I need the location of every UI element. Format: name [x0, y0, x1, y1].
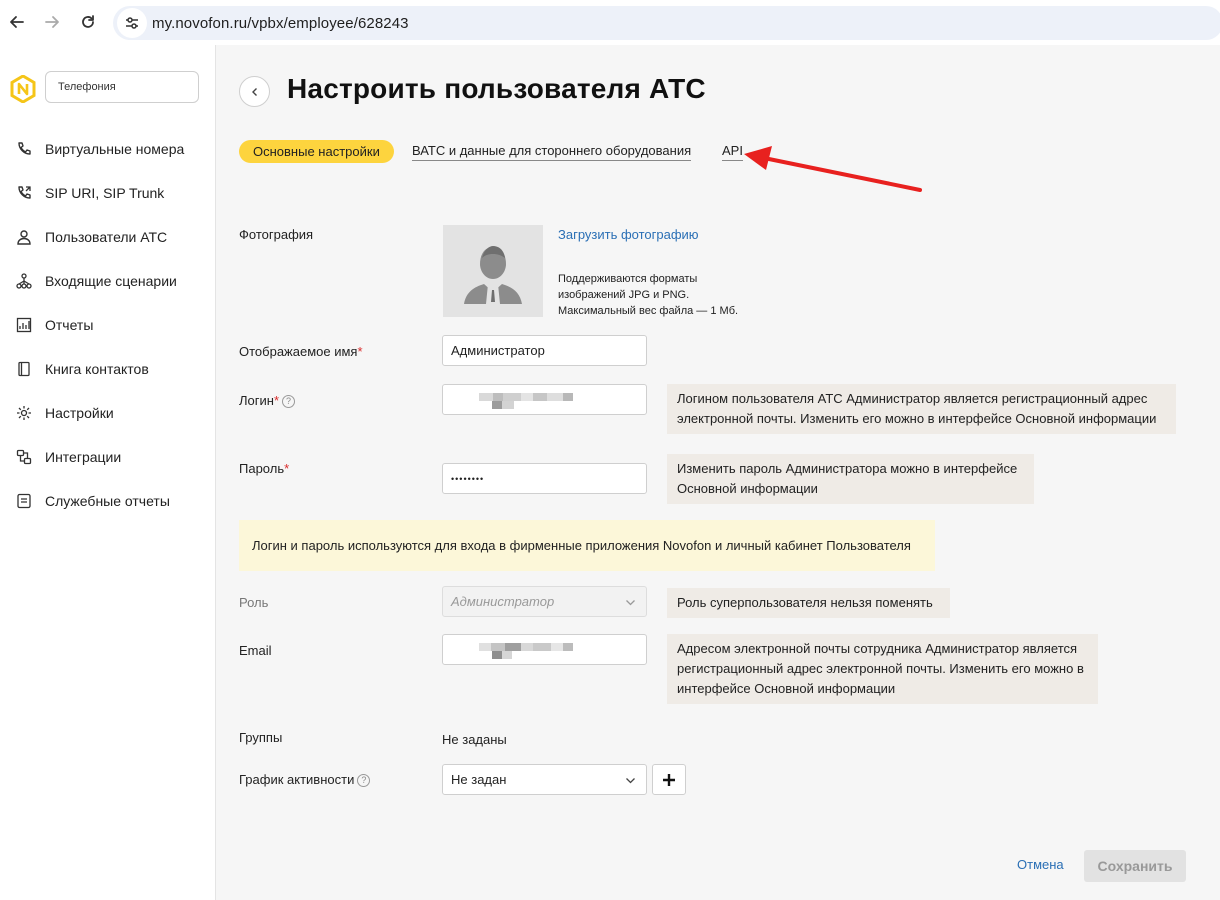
email-label: Email [239, 643, 272, 658]
upload-note-line: Поддерживаются форматы [558, 273, 698, 285]
groups-value: Не заданы [442, 732, 507, 747]
reload-icon[interactable] [78, 12, 98, 32]
url-text: my.novofon.ru/vpbx/employee/628243 [152, 14, 409, 32]
chart-icon [15, 316, 33, 334]
tab-vpbx-data[interactable]: ВАТС и данные для стороннего оборудовани… [412, 140, 692, 163]
tab-api[interactable]: API [722, 140, 743, 163]
help-icon[interactable]: ? [357, 774, 371, 787]
login-hint: Логином пользователя АТС Администратор я… [667, 384, 1176, 434]
sidebar-item-label: Пользователи АТС [45, 229, 168, 245]
password-input[interactable]: •••••••• [442, 463, 647, 494]
display-name-label-text: Отображаемое имя [239, 344, 358, 359]
sidebar-item-label: Интеграции [45, 449, 122, 465]
redacted-value [492, 401, 514, 417]
sidebar-item-label: SIP URI, SIP Trunk [45, 185, 165, 201]
photo-label: Фотография [239, 227, 314, 242]
email-input[interactable] [442, 634, 647, 665]
save-button[interactable]: Сохранить [1084, 850, 1186, 882]
user-icon [15, 228, 33, 246]
tab-label: ВАТС и данные для стороннего оборудовани… [412, 143, 692, 161]
help-icon[interactable]: ? [282, 395, 296, 408]
password-label-text: Пароль [239, 461, 285, 476]
section-select[interactable]: Телефония [45, 71, 199, 103]
required-mark: * [284, 461, 290, 476]
sidebar-item-label: Служебные отчеты [45, 493, 170, 509]
add-schedule-button[interactable] [652, 764, 686, 795]
sidebar-item-sip-trunk[interactable]: SIP URI, SIP Trunk [0, 171, 215, 215]
login-input[interactable] [442, 384, 647, 415]
sidebar-menu: Виртуальные номера SIP URI, SIP Trunk По… [0, 127, 215, 523]
required-mark: * [273, 393, 280, 408]
schedule-label: График активности? [239, 772, 371, 787]
schedule-select[interactable]: Не задан [442, 764, 647, 795]
password-hint: Изменить пароль Администратора можно в и… [667, 454, 1034, 504]
role-label: Роль [239, 595, 269, 610]
book-icon [15, 360, 33, 378]
role-select-value: Администратор [451, 594, 555, 609]
back-button[interactable] [239, 76, 270, 107]
display-name-input[interactable]: Администратор [442, 335, 647, 366]
sidebar-item-label: Отчеты [45, 317, 94, 333]
sidebar-item-service-reports[interactable]: Служебные отчеты [0, 479, 215, 523]
plus-icon [663, 773, 675, 786]
page-title: Настроить пользователя АТС [287, 73, 706, 104]
site-settings-icon[interactable] [117, 8, 147, 38]
user-silhouette-icon [464, 246, 522, 304]
credentials-notice: Логин и пароль используются для входа в … [239, 520, 935, 571]
redacted-value [492, 651, 512, 667]
sidebar-item-contacts[interactable]: Книга контактов [0, 347, 215, 391]
role-hint: Роль суперпользователя нельзя поменять [667, 588, 950, 618]
login-label: Логин*? [239, 393, 296, 408]
sidebar-item-incoming-scenarios[interactable]: Входящие сценарии [0, 259, 215, 303]
login-label-text: Логин [239, 393, 274, 408]
avatar-placeholder [443, 225, 543, 317]
back-arrow-icon[interactable] [7, 12, 27, 32]
chevron-left-icon [251, 87, 257, 96]
schedule-select-value: Не задан [451, 772, 507, 787]
address-bar[interactable]: my.novofon.ru/vpbx/employee/628243 [113, 6, 1220, 40]
tab-label: API [722, 143, 743, 161]
chevron-down-icon [626, 600, 635, 606]
phone-icon [15, 140, 33, 158]
main-content: Настроить пользователя АТС Основные наст… [216, 45, 1220, 900]
role-select: Администратор [442, 586, 647, 617]
tab-main-settings[interactable]: Основные настройки [239, 140, 394, 163]
sidebar-item-label: Настройки [45, 405, 114, 421]
sidebar-item-reports[interactable]: Отчеты [0, 303, 215, 347]
flow-icon [15, 272, 33, 290]
password-label: Пароль* [239, 461, 289, 476]
report-icon [15, 492, 33, 510]
integration-icon [15, 448, 33, 466]
upload-note-line: изображений JPG и PNG. [558, 289, 690, 301]
required-mark: * [357, 344, 363, 359]
sidebar-item-pbx-users[interactable]: Пользователи АТС [0, 215, 215, 259]
browser-toolbar: my.novofon.ru/vpbx/employee/628243 [0, 0, 1220, 45]
sidebar: Телефония Виртуальные номера SIP URI, SI… [0, 45, 216, 900]
schedule-label-text: График активности [239, 772, 355, 787]
email-hint: Адресом электронной почты сотрудника Адм… [667, 634, 1098, 704]
sidebar-item-settings[interactable]: Настройки [0, 391, 215, 435]
display-name-label: Отображаемое имя* [239, 344, 363, 359]
gear-icon [15, 404, 33, 422]
chevron-down-icon [626, 778, 635, 784]
upload-note: Поддерживаются форматы изображений JPG и… [558, 271, 798, 319]
forward-arrow-icon[interactable] [42, 12, 62, 32]
upload-note-line: Максимальный вес файла — 1 Мб. [558, 305, 739, 317]
cancel-link[interactable]: Отмена [1017, 857, 1064, 872]
sidebar-item-integrations[interactable]: Интеграции [0, 435, 215, 479]
phone-forward-icon [15, 184, 33, 202]
sidebar-item-label: Виртуальные номера [45, 141, 185, 157]
sidebar-item-virtual-numbers[interactable]: Виртуальные номера [0, 127, 215, 171]
sidebar-item-label: Книга контактов [45, 361, 149, 377]
novofon-logo [10, 74, 36, 104]
groups-label: Группы [239, 730, 283, 745]
sidebar-item-label: Входящие сценарии [45, 273, 177, 289]
upload-photo-link[interactable]: Загрузить фотографию [558, 227, 699, 242]
